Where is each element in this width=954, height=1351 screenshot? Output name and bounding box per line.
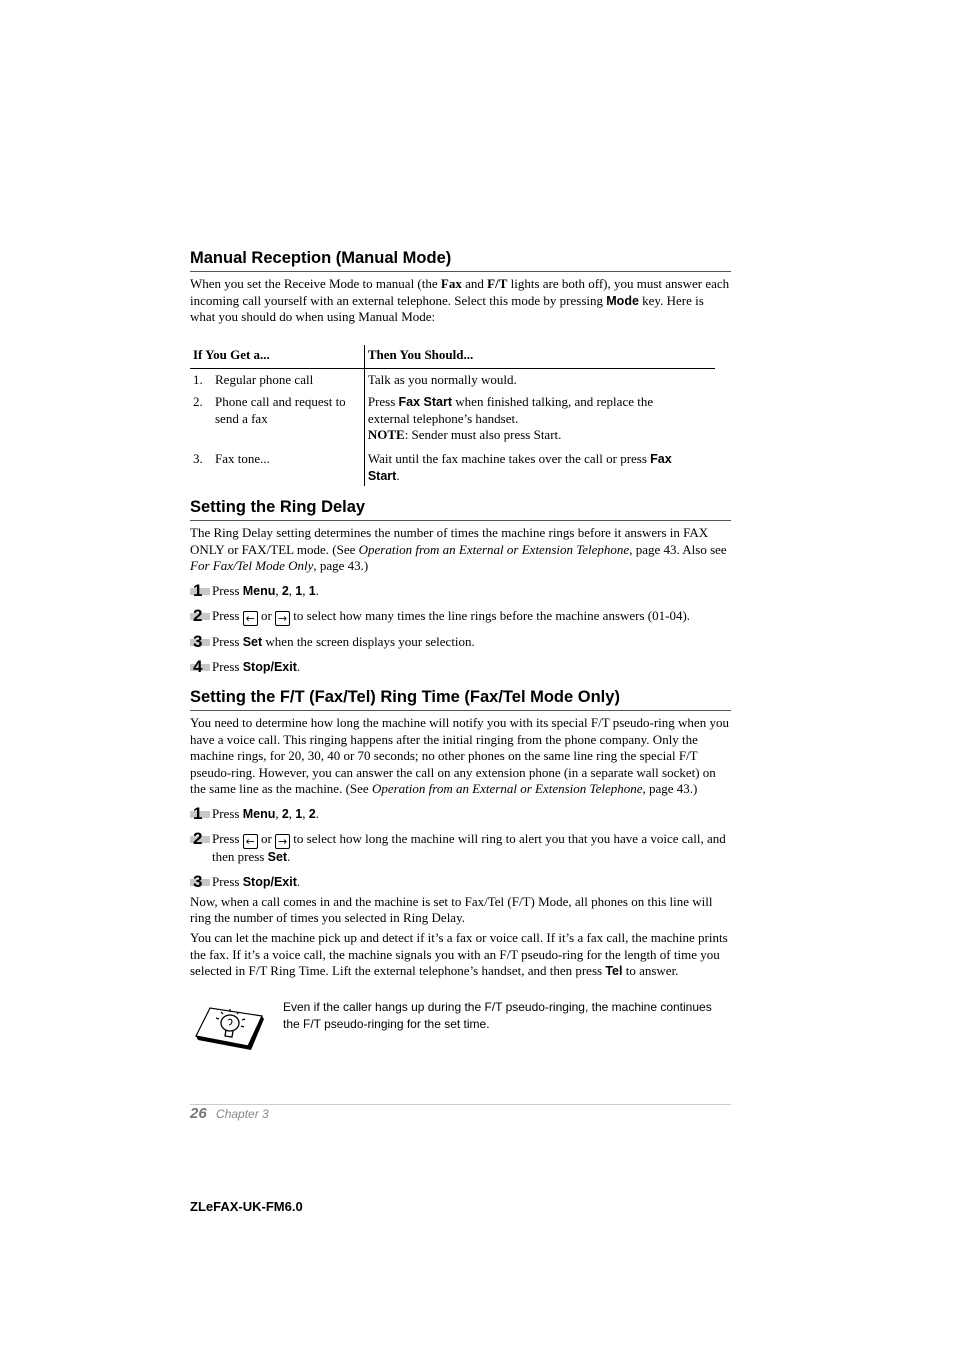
manual-mode-table: If You Get a... Then You Should... 1. Re…	[190, 345, 715, 487]
section-title: Manual Reception (Manual Mode)	[190, 248, 731, 272]
step-number: 3	[190, 633, 212, 650]
intro-paragraph: You need to determine how long the machi…	[190, 715, 729, 797]
table-row: 3. Fax tone... Wait until the fax machin…	[190, 443, 715, 487]
left-arrow-key-icon: ←	[242, 610, 258, 626]
step-3: 3 Press Set when the screen displays you…	[190, 633, 731, 651]
step-2: 2 Press ← or → to select how many times …	[190, 607, 731, 626]
step-4: 4 Press Stop/Exit.	[190, 658, 731, 676]
section-title: Setting the F/T (Fax/Tel) Ring Time (Fax…	[190, 687, 731, 711]
step-number: 1	[190, 805, 212, 822]
step-number: 1	[190, 582, 212, 599]
chapter-label: Chapter 3	[216, 1107, 269, 1121]
tip-text: Even if the caller hangs up during the F…	[283, 999, 712, 1031]
step-number: 2	[190, 830, 212, 847]
paragraph-ring-delay-behavior: Now, when a call comes in and the machin…	[190, 893, 713, 926]
left-arrow-key-icon: ←	[242, 834, 258, 850]
table-row: 1. Regular phone call Talk as you normal…	[190, 368, 715, 389]
section-ft-ring-time: Setting the F/T (Fax/Tel) Ring Time (Fax…	[190, 687, 731, 1055]
step-1: 1 Press Menu, 2, 1, 1.	[190, 582, 731, 600]
step-number: 3	[190, 873, 212, 890]
page-number: 26	[190, 1105, 207, 1122]
step-number: 4	[190, 658, 212, 675]
section-manual-reception: Manual Reception (Manual Mode) When you …	[190, 248, 731, 487]
section-title: Setting the Ring Delay	[190, 497, 731, 521]
page-footer: 26 Chapter 3	[190, 1105, 269, 1122]
document-id: ZLeFAX-UK-FM6.0	[190, 1199, 303, 1214]
paragraph-pickup-detect: You can let the machine pick up and dete…	[190, 929, 728, 979]
right-arrow-key-icon: →	[275, 834, 291, 850]
table-row: 2. Phone call and request to send a fax …	[190, 388, 715, 444]
step-number: 2	[190, 607, 212, 624]
table-header-should: Then You Should...	[363, 345, 715, 369]
step-2: 2 Press ← or → to select how long the ma…	[190, 830, 731, 866]
intro-paragraph: The Ring Delay setting determines the nu…	[190, 525, 727, 574]
table-header-get: If You Get a...	[193, 347, 270, 362]
lightbulb-tip-icon	[190, 998, 283, 1055]
footer-divider	[190, 1104, 731, 1105]
right-arrow-key-icon: →	[275, 610, 291, 626]
section-ring-delay: Setting the Ring Delay The Ring Delay se…	[190, 497, 731, 685]
intro-paragraph: When you set the Receive Mode to manual …	[190, 276, 730, 325]
tip-note: Even if the caller hangs up during the F…	[190, 998, 731, 1055]
step-1: 1 Press Menu, 2, 1, 2.	[190, 805, 731, 823]
step-3: 3 Press Stop/Exit.	[190, 873, 731, 891]
